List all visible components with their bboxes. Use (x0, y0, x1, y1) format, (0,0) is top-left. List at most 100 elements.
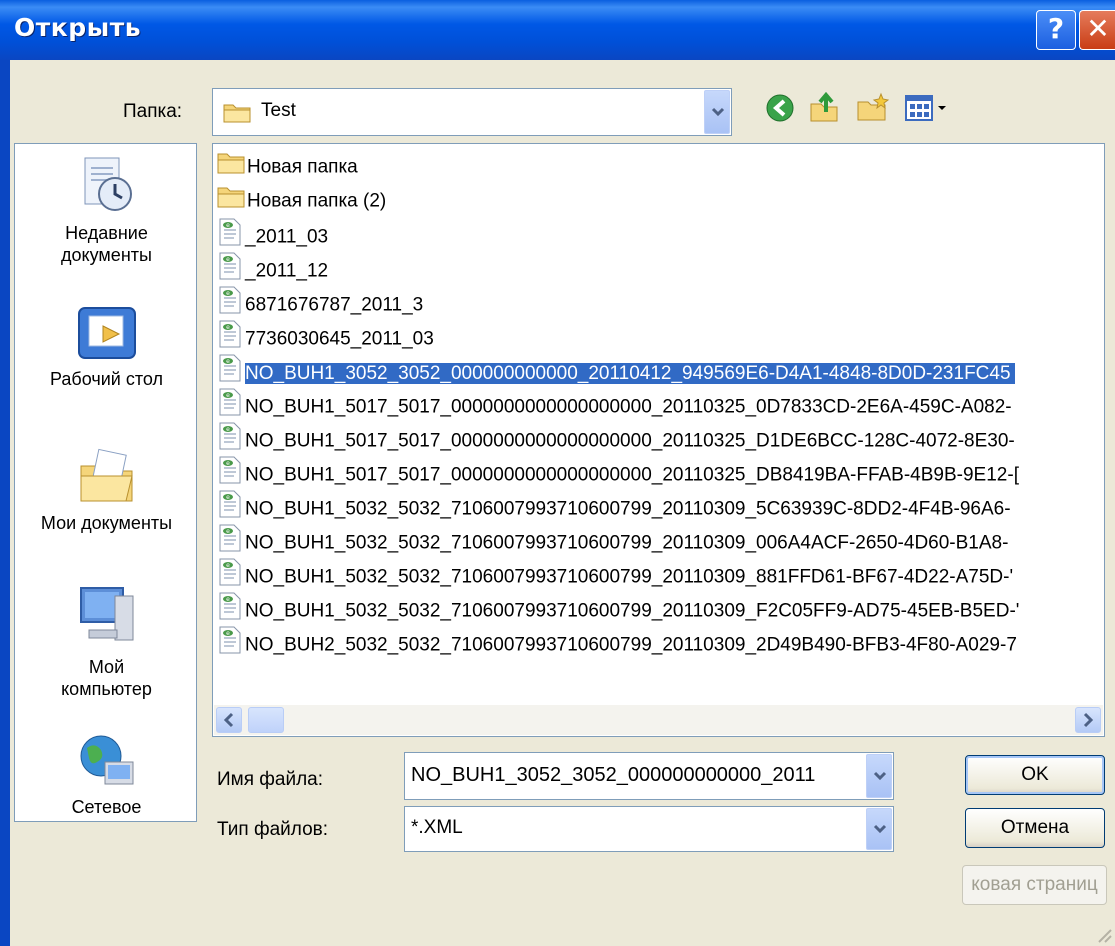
file-name: 6871676787_2011_3 (245, 294, 424, 316)
file-row[interactable]: e NO_BUH2_5032_5032_7106007993710600799_2… (217, 626, 1017, 658)
folder-icon (217, 150, 245, 185)
scroll-right-button[interactable] (1075, 707, 1101, 733)
file-list[interactable]: e NO_BUH2_5032_5032_7106007993710600799_2… (212, 143, 1105, 737)
filename-dropdown-arrow[interactable] (866, 754, 892, 798)
extra-button[interactable]: ковая страниц (962, 865, 1107, 905)
my-computer-icon (79, 587, 133, 641)
xml-file-icon: e (217, 592, 243, 631)
desktop-icon (77, 307, 136, 359)
file-name: NO_BUH1_5032_5032_7106007993710600799_20… (245, 600, 1020, 622)
svg-text:e: e (226, 426, 230, 433)
places-bar: Недавние документы Рабочий стол Мои доку… (14, 143, 197, 822)
xml-file-icon: e (217, 320, 243, 359)
folder-dropdown-arrow[interactable] (704, 90, 730, 134)
xml-file-icon: e (217, 626, 243, 665)
place-network[interactable]: Сетевое (15, 732, 196, 818)
file-row[interactable]: e NO_BUH1_5017_5017_0000000000000000000_2… (217, 456, 1019, 488)
filename-input[interactable]: NO_BUH1_3052_3052_000000000000_2011 (404, 752, 894, 800)
file-name: NO_BUH1_5017_5017_0000000000000000000_20… (245, 396, 1012, 418)
chevron-down-icon (873, 824, 887, 834)
horizontal-scrollbar[interactable] (214, 705, 1103, 735)
place-label: Недавние документы (61, 223, 152, 265)
file-row[interactable]: e _2011_03 (217, 218, 328, 250)
svg-text:e: e (226, 358, 230, 365)
cancel-button[interactable]: Отмена (965, 808, 1105, 848)
file-name: NO_BUH1_5032_5032_7106007993710600799_20… (245, 566, 1014, 588)
file-row[interactable]: e 7736030645_2011_03 (217, 320, 434, 352)
file-name: NO_BUH2_5032_5032_7106007993710600799_20… (245, 634, 1017, 656)
svg-text:e: e (226, 460, 230, 467)
new-folder-icon[interactable] (856, 92, 890, 122)
file-name: NO_BUH1_5017_5017_0000000000000000000_20… (245, 430, 1015, 452)
folder-select[interactable]: Test (212, 88, 732, 136)
window-frame (0, 60, 10, 946)
help-button[interactable]: ? (1036, 10, 1076, 50)
file-row[interactable]: e NO_BUH1_5032_5032_7106007993710600799_2… (217, 490, 1011, 522)
place-label: Сетевое (71, 797, 142, 817)
svg-text:e: e (226, 528, 230, 535)
xml-file-icon: e (217, 218, 243, 257)
view-menu-icon[interactable] (904, 94, 950, 122)
file-name: NO_BUH1_3052_3052_000000000000_20110412_… (245, 362, 1015, 384)
svg-text:e: e (226, 630, 230, 637)
place-my-documents[interactable]: Мои документы (15, 444, 196, 534)
svg-text:e: e (226, 392, 230, 399)
arrow-left-icon (223, 712, 234, 728)
chevron-down-icon (873, 771, 887, 781)
xml-file-icon: e (217, 558, 243, 597)
folder-value: Test (261, 100, 296, 121)
xml-file-icon: e (217, 354, 243, 393)
close-icon: ✕ (1086, 12, 1110, 45)
scroll-thumb[interactable] (248, 707, 284, 733)
xml-file-icon: e (217, 524, 243, 563)
back-icon[interactable] (765, 93, 795, 123)
file-row[interactable]: e NO_BUH1_5032_5032_7106007993710600799_2… (217, 592, 1019, 624)
close-button[interactable]: ✕ (1079, 10, 1115, 50)
xml-file-icon: e (217, 286, 243, 325)
svg-text:e: e (226, 222, 230, 229)
filetype-label: Тип файлов: (217, 819, 329, 840)
file-name: 7736030645_2011_03 (245, 328, 434, 350)
network-icon (80, 735, 133, 785)
resize-grip-icon[interactable] (1095, 926, 1113, 944)
place-label: Мой компьютер (61, 657, 152, 699)
chevron-down-icon (711, 107, 725, 117)
svg-text:e: e (226, 324, 230, 331)
my-documents-icon (80, 448, 133, 502)
file-row[interactable]: e NO_BUH1_5032_5032_7106007993710600799_2… (217, 524, 1008, 556)
xml-file-icon: e (217, 388, 243, 427)
ok-button[interactable]: OK (965, 755, 1105, 795)
file-row[interactable]: Новая папка (217, 150, 358, 182)
place-desktop[interactable]: Рабочий стол (15, 304, 196, 390)
file-name: NO_BUH1_5032_5032_7106007993710600799_20… (245, 498, 1011, 520)
window-title: Открыть (14, 13, 142, 42)
scroll-left-button[interactable] (216, 707, 242, 733)
svg-text:e: e (226, 494, 230, 501)
title-bar[interactable]: Открыть ? ✕ (0, 0, 1115, 60)
file-row[interactable]: e 6871676787_2011_3 (217, 286, 423, 318)
file-row[interactable]: e NO_BUH1_5032_5032_7106007993710600799_2… (217, 558, 1013, 590)
file-row[interactable]: e NO_BUH1_3052_3052_000000000000_20110412… (217, 354, 1015, 386)
folder-icon (217, 184, 245, 219)
file-row[interactable]: e NO_BUH1_5017_5017_0000000000000000000_2… (217, 422, 1015, 454)
recent-documents-icon (84, 157, 132, 211)
up-folder-icon[interactable] (808, 90, 840, 124)
folder-icon (223, 104, 251, 123)
svg-text:e: e (226, 562, 230, 569)
svg-text:e: e (226, 256, 230, 263)
xml-file-icon: e (217, 456, 243, 495)
place-recent-documents[interactable]: Недавние документы (15, 154, 196, 266)
file-row[interactable]: Новая папка (2) (217, 184, 386, 216)
xml-file-icon: e (217, 490, 243, 529)
filetype-value: *.XML (411, 817, 463, 838)
filename-value: NO_BUH1_3052_3052_000000000000_2011 (411, 764, 816, 786)
place-my-computer[interactable]: Мой компьютер (15, 582, 196, 700)
place-label: Мои документы (40, 513, 173, 533)
file-name: NO_BUH1_5032_5032_7106007993710600799_20… (245, 532, 1009, 554)
file-name: _2011_03 (245, 226, 329, 248)
filetype-dropdown-arrow[interactable] (866, 808, 892, 850)
folder-label: Папка: (123, 101, 183, 122)
file-row[interactable]: e NO_BUH1_5017_5017_0000000000000000000_2… (217, 388, 1012, 420)
xml-file-icon: e (217, 252, 243, 291)
filetype-select[interactable]: *.XML (404, 806, 894, 852)
